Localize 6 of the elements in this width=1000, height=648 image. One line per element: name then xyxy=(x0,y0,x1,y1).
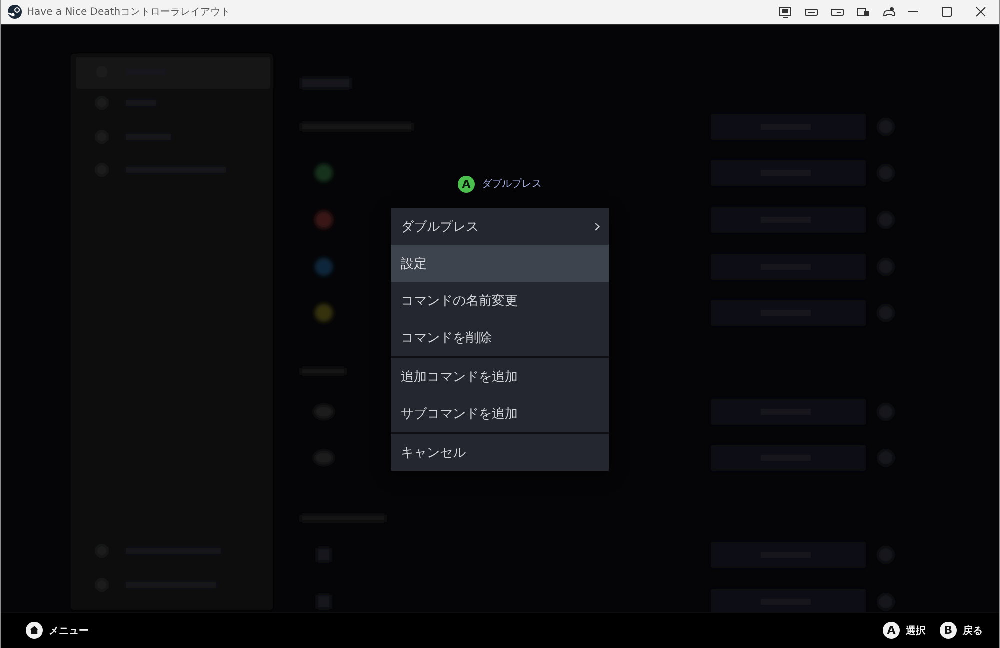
controller-button-glyph: B xyxy=(940,622,957,639)
controller-button-glyph: A xyxy=(883,622,900,639)
hint-label: メニュー xyxy=(49,624,89,638)
hint-label: 選択 xyxy=(906,624,926,638)
hint-label: 戻る xyxy=(963,624,983,638)
window-title: Have a Nice Deathコントローラレイアウト xyxy=(27,6,231,19)
